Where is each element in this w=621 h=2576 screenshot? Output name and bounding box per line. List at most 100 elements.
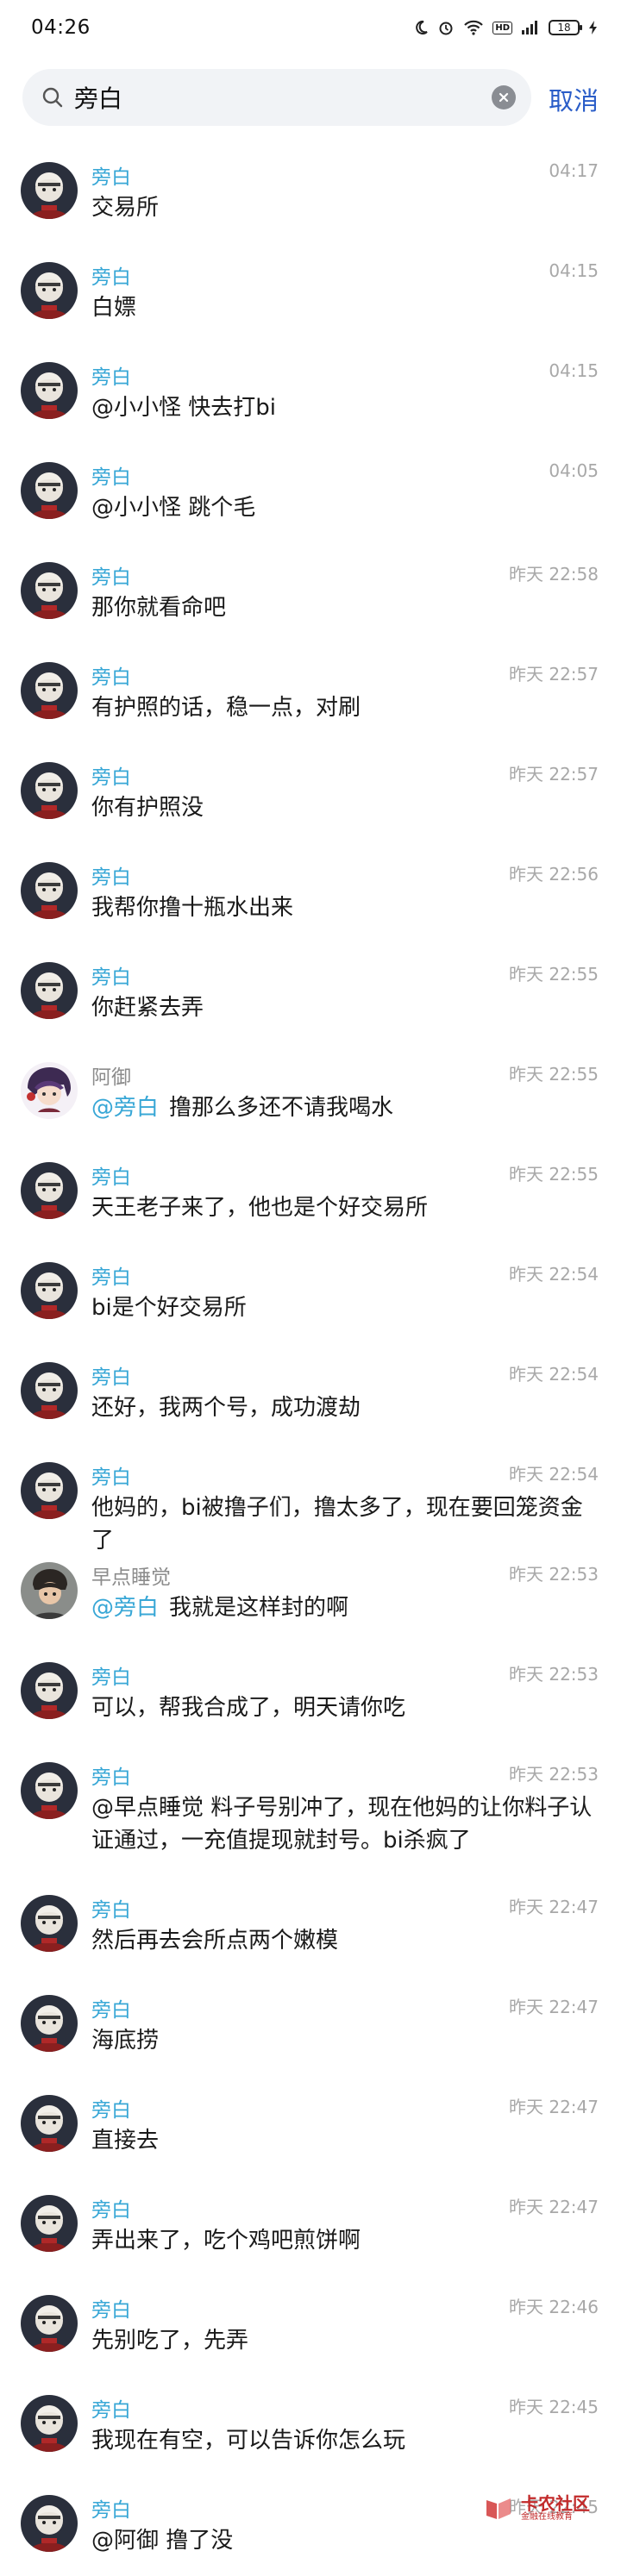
message-body: 弄出来了，吃个鸡吧煎饼啊	[91, 2228, 361, 2254]
search-field[interactable]	[22, 69, 531, 126]
message-text: 白嫖	[91, 291, 599, 324]
result-item[interactable]: 旁白 昨天 22:47 然后再去会所点两个嫩模	[0, 1876, 621, 1976]
message-timestamp: 昨天 22:54	[509, 1364, 599, 1385]
cancel-button[interactable]: 取消	[549, 81, 599, 117]
message-text: 直接去	[91, 2124, 599, 2157]
result-item[interactable]: 旁白 昨天 22:53 可以，帮我合成了，明天请你吃	[0, 1643, 621, 1743]
result-item[interactable]: 旁白 昨天 22:56 我帮你撸十瓶水出来	[0, 843, 621, 943]
status-icons: HD 18	[413, 19, 599, 36]
message-timestamp: 昨天 22:53	[509, 1664, 599, 1685]
signal-icon	[521, 20, 540, 35]
search-bar: 取消	[0, 69, 621, 129]
result-item[interactable]: 旁白 04:17 交易所	[0, 143, 621, 243]
search-icon	[41, 86, 64, 109]
message-text: 海底捞	[91, 2024, 599, 2057]
avatar[interactable]	[21, 462, 78, 519]
avatar[interactable]	[21, 1462, 78, 1519]
sender-name: 旁白	[91, 566, 131, 589]
message-body: 那你就看命吧	[91, 595, 227, 621]
clear-search-button[interactable]	[492, 85, 516, 109]
result-item[interactable]: 阿御 昨天 22:55 @旁白 撸那么多还不请我喝水	[0, 1043, 621, 1143]
search-results-list: 旁白 04:17 交易所 旁白 04:15 白嫖 旁白 04:15 @小小怪 快去打bi 旁白 04…	[0, 143, 621, 2576]
avatar[interactable]	[21, 1895, 78, 1952]
message-timestamp: 昨天 22:45	[509, 2397, 599, 2417]
message-body: 天王老子来了，他也是个好交易所	[91, 1195, 429, 1221]
message-body: 交易所	[91, 195, 160, 221]
avatar[interactable]	[21, 362, 78, 419]
sender-name: 早点睡觉	[91, 1566, 171, 1589]
avatar[interactable]	[21, 2095, 78, 2152]
message-body: @阿御 撸了没	[91, 2528, 234, 2554]
result-item[interactable]: 旁白 昨天 22:54 他妈的，bi被撸子们，撸太多了，现在要回笼资金了	[0, 1443, 621, 1554]
avatar[interactable]	[21, 1662, 78, 1719]
sender-name: 旁白	[91, 2399, 131, 2422]
avatar[interactable]	[21, 2495, 78, 2552]
avatar[interactable]	[21, 1062, 78, 1119]
message-body: @早点睡觉 料子号别冲了，现在他妈的让你料子认证通过，一充值提现就封号。bi杀疯…	[91, 1795, 593, 1854]
avatar[interactable]	[21, 1162, 78, 1219]
avatar[interactable]	[21, 662, 78, 719]
result-item[interactable]: 旁白 昨天 22:47 直接去	[0, 2076, 621, 2176]
message-body: 我就是这样封的啊	[169, 1595, 349, 1621]
result-item[interactable]: 旁白 昨天 22:45 @阿御 撸了没	[0, 2476, 621, 2576]
message-body: 直接去	[91, 2128, 160, 2154]
message-body: 我帮你撸十瓶水出来	[91, 895, 294, 921]
avatar[interactable]	[21, 2295, 78, 2352]
message-timestamp: 昨天 22:55	[509, 964, 599, 985]
message-body: @小小怪 快去打bi	[91, 395, 276, 421]
message-timestamp: 昨天 22:47	[509, 1997, 599, 2017]
avatar[interactable]	[21, 1995, 78, 2052]
message-timestamp: 04:05	[549, 460, 599, 481]
result-item[interactable]: 旁白 昨天 22:55 天王老子来了，他也是个好交易所	[0, 1143, 621, 1243]
result-item[interactable]: 旁白 昨天 22:55 你赶紧去弄	[0, 943, 621, 1043]
result-item[interactable]: 旁白 昨天 22:47 弄出来了，吃个鸡吧煎饼啊	[0, 2176, 621, 2276]
message-body: 先别吃了，先弄	[91, 2328, 249, 2354]
result-item[interactable]: 旁白 昨天 22:54 bi是个好交易所	[0, 1243, 621, 1343]
result-item[interactable]: 旁白 昨天 22:53 @早点睡觉 料子号别冲了，现在他妈的让你料子认证通过，一充值…	[0, 1743, 621, 1876]
message-text: 我帮你撸十瓶水出来	[91, 891, 599, 924]
avatar[interactable]	[21, 162, 78, 219]
message-body: 撸那么多还不请我喝水	[169, 1095, 394, 1121]
message-timestamp: 昨天 22:53	[509, 1764, 599, 1785]
message-timestamp: 昨天 22:58	[509, 564, 599, 585]
result-item[interactable]: 早点睡觉 昨天 22:53 @旁白 我就是这样封的啊	[0, 1543, 621, 1643]
alarm-icon	[437, 19, 455, 36]
avatar[interactable]	[21, 1362, 78, 1419]
avatar[interactable]	[21, 1562, 78, 1619]
avatar[interactable]	[21, 2195, 78, 2252]
result-item[interactable]: 旁白 昨天 22:57 你有护照没	[0, 743, 621, 843]
watermark: 卡农社区 金融在线教育	[483, 2493, 590, 2524]
avatar[interactable]	[21, 1762, 78, 1819]
mention-tag[interactable]: @旁白	[91, 1595, 159, 1621]
moon-icon	[413, 20, 429, 35]
avatar[interactable]	[21, 962, 78, 1019]
result-item[interactable]: 旁白 昨天 22:45 我现在有空，可以告诉你怎么玩	[0, 2376, 621, 2476]
result-item[interactable]: 旁白 昨天 22:47 海底捞	[0, 1976, 621, 2076]
avatar[interactable]	[21, 862, 78, 919]
message-timestamp: 04:15	[549, 360, 599, 381]
sender-name: 旁白	[91, 466, 131, 489]
watermark-text: 卡农社区	[521, 2493, 590, 2514]
search-input[interactable]	[74, 83, 492, 112]
sender-name: 旁白	[91, 766, 131, 789]
message-body: 你有护照没	[91, 795, 204, 821]
message-timestamp: 04:15	[549, 260, 599, 281]
result-item[interactable]: 旁白 04:05 @小小怪 跳个毛	[0, 443, 621, 543]
avatar[interactable]	[21, 2395, 78, 2452]
sender-name: 旁白	[91, 266, 131, 289]
status-bar: 04:26 HD 18	[0, 0, 621, 55]
avatar[interactable]	[21, 562, 78, 619]
message-timestamp: 昨天 22:55	[509, 1164, 599, 1185]
message-body: 你赶紧去弄	[91, 995, 204, 1021]
result-item[interactable]: 旁白 04:15 @小小怪 快去打bi	[0, 343, 621, 443]
result-item[interactable]: 旁白 昨天 22:57 有护照的话，稳一点，对刷	[0, 643, 621, 743]
result-item[interactable]: 旁白 昨天 22:58 那你就看命吧	[0, 543, 621, 643]
result-item[interactable]: 旁白 04:15 白嫖	[0, 243, 621, 343]
sender-name: 旁白	[91, 1666, 131, 1689]
result-item[interactable]: 旁白 昨天 22:54 还好，我两个号，成功渡劫	[0, 1343, 621, 1443]
avatar[interactable]	[21, 762, 78, 819]
mention-tag[interactable]: @旁白	[91, 1095, 159, 1121]
result-item[interactable]: 旁白 昨天 22:46 先别吃了，先弄	[0, 2276, 621, 2376]
avatar[interactable]	[21, 1262, 78, 1319]
avatar[interactable]	[21, 262, 78, 319]
